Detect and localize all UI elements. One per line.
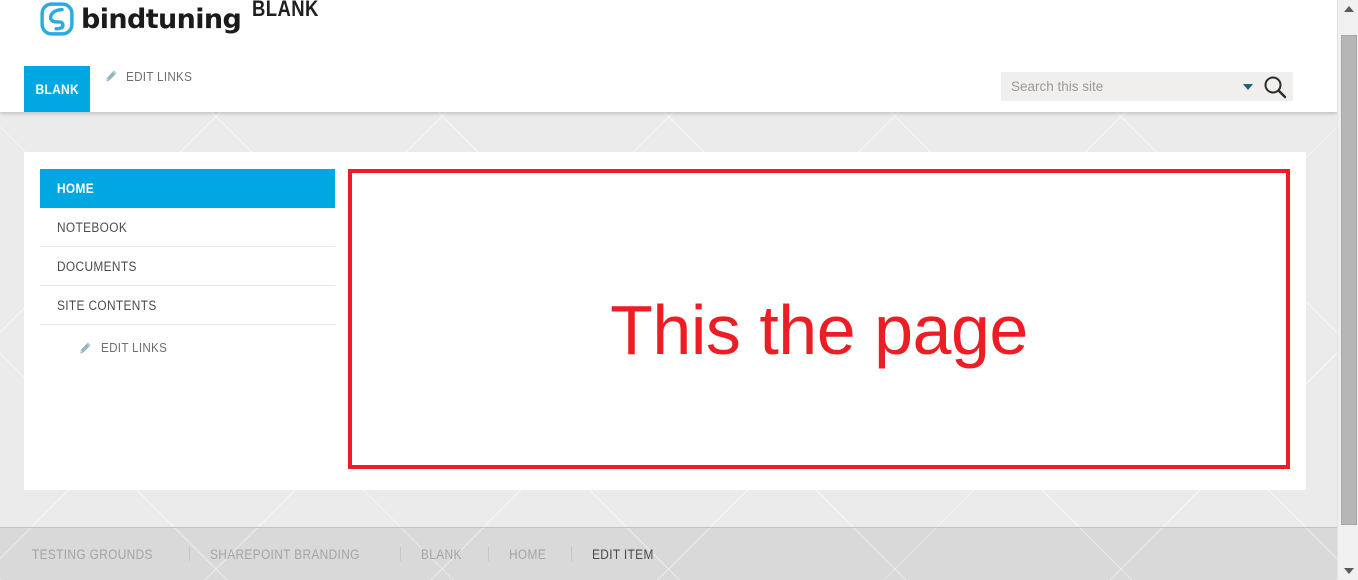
content-card: HOME NOTEBOOK DOCUMENTS SITE CONTENTS ED…: [24, 152, 1306, 490]
sidebar-item-documents-label: DOCUMENTS: [57, 258, 137, 274]
page-content-webpart[interactable]: This the page: [348, 169, 1290, 469]
top-edit-links-label: EDIT LINKS: [126, 68, 193, 84]
vertical-scrollbar[interactable]: [1337, 0, 1358, 580]
breadcrumb-separator: [400, 547, 402, 561]
scroll-down-arrow-icon[interactable]: [1338, 562, 1358, 580]
search-scope-dropdown[interactable]: [1239, 72, 1257, 101]
brand-logo[interactable]: bindtuning: [40, 2, 242, 36]
breadcrumb-item-testing-grounds[interactable]: TESTING GROUNDS: [32, 547, 169, 562]
breadcrumb-separator: [570, 547, 572, 561]
site-header: bindtuning BLANK BLANK EDIT LINKS: [0, 0, 1337, 112]
breadcrumb-item-home-label: HOME: [508, 546, 546, 562]
sidebar-item-home[interactable]: HOME: [40, 169, 335, 208]
pencil-icon: [79, 341, 91, 354]
brand-name: bindtuning: [81, 3, 242, 35]
sidebar-item-site-contents[interactable]: SITE CONTENTS: [40, 286, 335, 325]
sidebar-edit-links-label: EDIT LINKS: [101, 340, 168, 355]
page-background: bindtuning BLANK BLANK EDIT LINKS Search…: [0, 0, 1337, 580]
pencil-icon: [105, 70, 117, 82]
search-box[interactable]: [1001, 72, 1293, 101]
search-input[interactable]: [1001, 73, 1239, 100]
breadcrumb-item-testing-grounds-label: TESTING GROUNDS: [32, 546, 153, 562]
sidebar-item-site-contents-label: SITE CONTENTS: [57, 297, 157, 313]
left-navigation: HOME NOTEBOOK DOCUMENTS SITE CONTENTS ED…: [40, 169, 335, 355]
breadcrumb-item-sharepoint-branding[interactable]: SHAREPOINT BRANDING: [210, 547, 380, 562]
sidebar-edit-links-button[interactable]: EDIT LINKS: [40, 340, 335, 355]
breadcrumb-item-blank-label: BLANK: [421, 546, 463, 562]
search-button[interactable]: [1257, 72, 1293, 101]
breadcrumb-item-home[interactable]: HOME: [509, 547, 551, 562]
sidebar-item-notebook[interactable]: NOTEBOOK: [40, 208, 335, 247]
top-nav-tab-blank-label: BLANK: [35, 81, 79, 97]
site-title: BLANK: [252, 0, 319, 21]
sidebar-item-home-label: HOME: [57, 181, 95, 196]
bindtuning-logo-icon: [40, 2, 74, 36]
top-nav-tab-blank[interactable]: BLANK: [24, 66, 90, 112]
browser-viewport: bindtuning BLANK BLANK EDIT LINKS Search…: [0, 0, 1358, 580]
scroll-up-arrow-icon[interactable]: [1338, 0, 1358, 18]
breadcrumb-item-sharepoint-branding-label: SHAREPOINT BRANDING: [210, 546, 360, 562]
search-icon: [1264, 76, 1287, 98]
sidebar-item-documents[interactable]: DOCUMENTS: [40, 247, 335, 286]
breadcrumb-separator: [189, 547, 191, 561]
top-edit-links-button[interactable]: EDIT LINKS: [104, 66, 200, 86]
footer-breadcrumb-bar: TESTING GROUNDS SHAREPOINT BRANDING BLAN…: [0, 527, 1337, 580]
sidebar-item-notebook-label: NOTEBOOK: [57, 219, 128, 235]
breadcrumb-item-blank[interactable]: BLANK: [421, 547, 467, 562]
page-content-text: This the page: [610, 291, 1028, 369]
scrollbar-thumb[interactable]: [1341, 35, 1357, 525]
chevron-down-icon: [1243, 83, 1253, 90]
breadcrumb-separator: [487, 547, 489, 561]
breadcrumb-item-edit-item[interactable]: EDIT ITEM: [592, 547, 662, 562]
breadcrumb-item-edit-item-label: EDIT ITEM: [591, 546, 654, 562]
